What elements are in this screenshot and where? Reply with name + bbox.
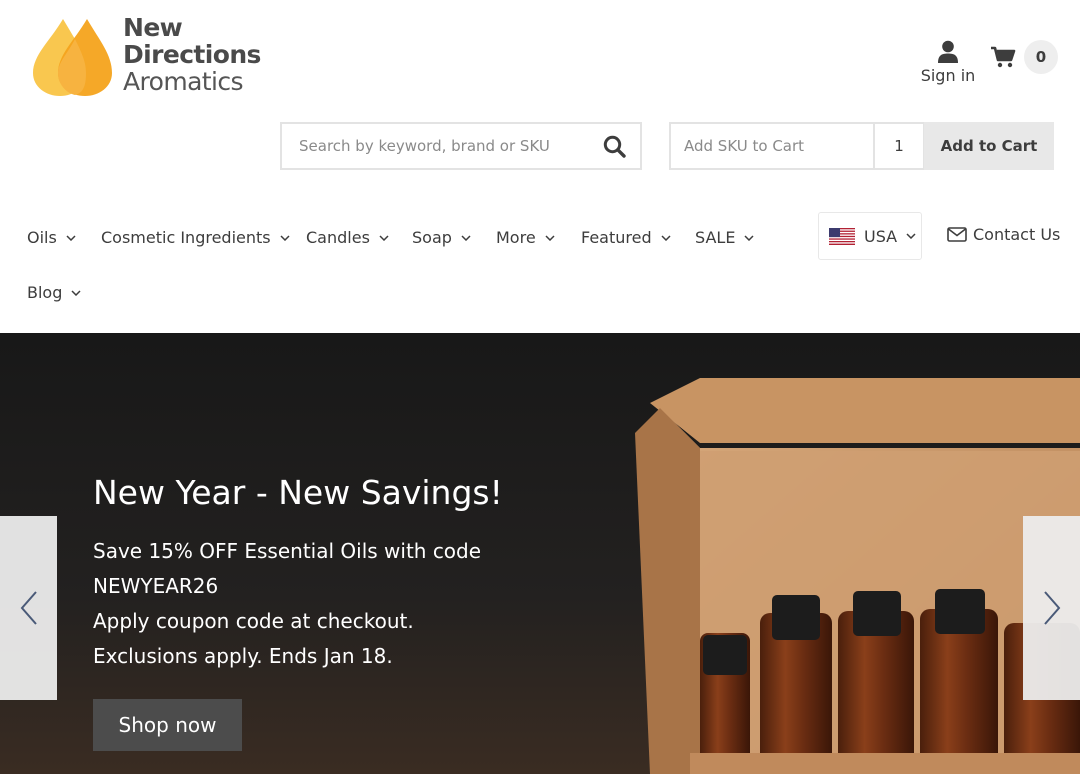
logo-wordmark: New Directions Aromatics xyxy=(123,14,261,95)
logo-line-1: New xyxy=(123,13,183,42)
nav-item-blog[interactable]: Blog xyxy=(27,283,81,302)
chevron-right-icon xyxy=(1043,591,1060,625)
sku-box xyxy=(669,122,874,170)
nav-item-soap[interactable]: Soap xyxy=(412,228,471,247)
chevron-down-icon xyxy=(66,234,76,241)
shop-now-button[interactable]: Shop now xyxy=(93,699,242,751)
hero-description: Save 15% OFF Essential Oils with code NE… xyxy=(93,534,513,674)
logo[interactable]: New Directions Aromatics xyxy=(30,14,270,100)
nav-item-label: Featured xyxy=(581,228,652,247)
cart-count-badge: 0 xyxy=(1024,40,1058,74)
chevron-down-icon xyxy=(280,234,290,241)
nav-item-candles[interactable]: Candles xyxy=(306,228,389,247)
chevron-down-icon xyxy=(906,233,916,239)
hero-line: Save 15% OFF Essential Oils with code xyxy=(93,539,482,563)
sign-in-link[interactable]: Sign in xyxy=(916,40,980,85)
nav-item-label: More xyxy=(496,228,536,247)
nav-item-label: Blog xyxy=(27,283,63,302)
us-flag-icon xyxy=(829,227,855,245)
hero-banner: New Year - New Savings! Save 15% OFF Ess… xyxy=(0,333,1080,774)
nav-item-label: Cosmetic Ingredients xyxy=(101,228,271,247)
nav-item-more[interactable]: More xyxy=(496,228,555,247)
country-selector[interactable]: USA xyxy=(818,212,922,260)
chevron-down-icon xyxy=(545,234,555,241)
search-icon xyxy=(603,135,626,158)
chevron-down-icon xyxy=(661,234,671,241)
logo-line-3: Aromatics xyxy=(123,67,244,96)
add-to-cart-button[interactable]: Add to Cart xyxy=(924,122,1054,170)
logo-line-2: Directions xyxy=(123,40,261,69)
hero-line: NEWYEAR26 xyxy=(93,574,219,598)
contact-us-label: Contact Us xyxy=(973,225,1061,244)
nav-item-label: SALE xyxy=(695,228,736,247)
hero-title: New Year - New Savings! xyxy=(93,473,503,512)
search-button[interactable] xyxy=(603,135,626,162)
search-box xyxy=(280,122,642,170)
nav-item-label: Oils xyxy=(27,228,57,247)
carousel-next-button[interactable] xyxy=(1023,516,1080,700)
country-label: USA xyxy=(864,226,898,246)
chevron-down-icon xyxy=(744,234,754,241)
hero-line: Exclusions apply. Ends Jan 18. xyxy=(93,644,393,668)
search-input[interactable] xyxy=(282,124,582,168)
nav-item-sale[interactable]: SALE xyxy=(695,228,754,247)
cart-button[interactable]: 0 xyxy=(990,40,1058,74)
chevron-down-icon xyxy=(379,234,389,241)
hero-line: Apply coupon code at checkout. xyxy=(93,609,414,633)
contact-us-link[interactable]: Contact Us xyxy=(947,225,1060,244)
sign-in-label: Sign in xyxy=(920,66,976,85)
nav-item-label: Candles xyxy=(306,228,370,247)
chevron-left-icon xyxy=(20,591,37,625)
nav-item-oils[interactable]: Oils xyxy=(27,228,76,247)
user-icon xyxy=(938,40,958,63)
logo-drops-icon xyxy=(30,15,120,99)
nav-item-featured[interactable]: Featured xyxy=(581,228,671,247)
sku-input[interactable] xyxy=(671,124,874,168)
carousel-prev-button[interactable] xyxy=(0,516,57,700)
envelope-icon xyxy=(947,227,967,242)
chevron-down-icon xyxy=(461,234,471,241)
chevron-down-icon xyxy=(71,289,81,296)
nav-item-cosmetic-ingredients[interactable]: Cosmetic Ingredients xyxy=(101,228,290,247)
nav-item-label: Soap xyxy=(412,228,452,247)
quantity-input[interactable]: 1 xyxy=(873,122,925,170)
cart-icon xyxy=(991,46,1016,68)
